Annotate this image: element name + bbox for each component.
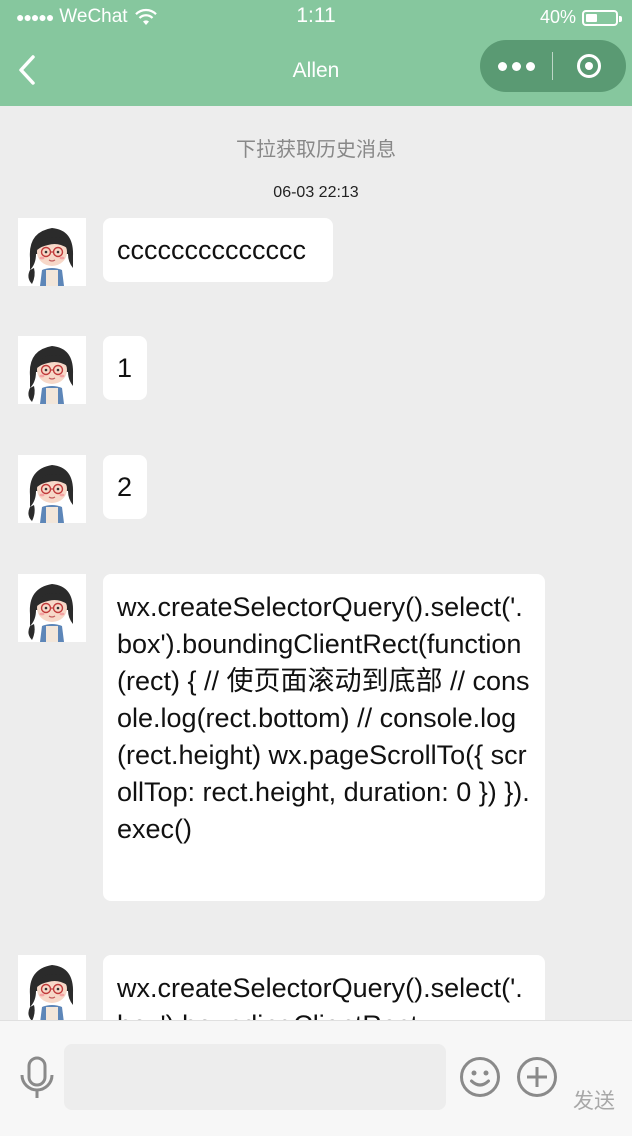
message-timestamp: 06-03 22:13 (273, 184, 359, 201)
message-row: cccccccccccccc (18, 218, 333, 286)
avatar[interactable] (18, 955, 86, 1023)
message-bubble[interactable]: 2 (103, 455, 147, 519)
message-row: wx.createSelectorQuery().select('.box').… (18, 574, 545, 901)
message-bubble[interactable]: 1 (103, 336, 147, 400)
battery-cap (619, 15, 622, 22)
battery-percent: 40% (539, 7, 576, 27)
microphone-icon[interactable] (17, 1055, 57, 1101)
avatar[interactable] (18, 455, 86, 523)
navigation-bar: Allen (0, 34, 632, 106)
plus-circle-icon[interactable] (516, 1056, 558, 1098)
battery-fill (586, 13, 597, 22)
message-input[interactable] (64, 1044, 446, 1110)
avatar[interactable] (18, 574, 86, 642)
clock: 1:11 (296, 4, 336, 27)
smiley-icon[interactable] (459, 1056, 501, 1098)
load-history-hint[interactable]: 下拉获取历史消息 (0, 133, 632, 162)
status-bar: ●●●●● WeChat 1:11 40% (0, 0, 632, 34)
message-row: 2 (18, 455, 147, 523)
input-bar: 发送 (0, 1020, 632, 1136)
close-miniprogram-button[interactable] (553, 40, 625, 92)
message-bubble[interactable]: cccccccccccccc (103, 218, 333, 282)
target-close-icon (577, 54, 601, 78)
header: ●●●●● WeChat 1:11 40% Allen (0, 0, 632, 106)
send-button[interactable]: 发送 (573, 1085, 615, 1115)
avatar[interactable] (18, 218, 86, 286)
message-bubble[interactable]: wx.createSelectorQuery().select('.box').… (103, 574, 545, 901)
message-row: 1 (18, 336, 147, 404)
more-dots-icon[interactable] (480, 40, 552, 92)
menu-capsule (480, 40, 626, 92)
battery-icon (582, 9, 622, 26)
battery-status: 40% (539, 7, 622, 28)
avatar[interactable] (18, 336, 86, 404)
